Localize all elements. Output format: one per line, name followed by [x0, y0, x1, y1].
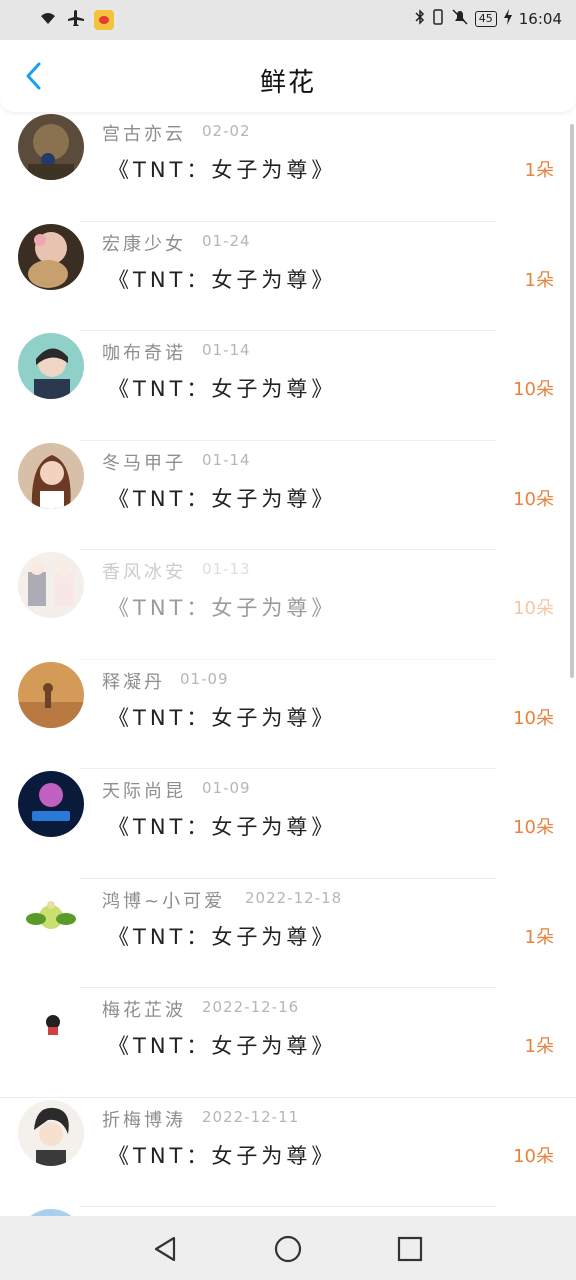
top-app-bar: 鲜花	[0, 40, 576, 112]
flower-count: 1朵	[524, 1036, 554, 1057]
gift-date: 02-02	[202, 122, 251, 140]
gift-date: 01-14	[202, 450, 251, 469]
gift-date: 2022-12-18	[245, 888, 343, 907]
clock: 16:04	[518, 10, 562, 28]
list-item[interactable]: 宫古亦云 02-02 《TNT：女子为尊》 1朵	[0, 112, 576, 222]
flower-count: 10朵	[513, 707, 554, 729]
list-item[interactable]: 宏康少女 01-24 《TNT：女子为尊》 1朵	[0, 222, 576, 331]
flower-count: 1朵	[524, 269, 554, 291]
avatar[interactable]	[18, 552, 84, 618]
nav-back-icon[interactable]	[150, 1234, 180, 1264]
avatar[interactable]	[18, 990, 84, 1056]
book-title: 《TNT：女子为尊》	[108, 596, 337, 620]
nav-recents-icon[interactable]	[395, 1234, 425, 1264]
book-title: 《TNT：女子为尊》	[108, 158, 337, 182]
flower-count: 10朵	[513, 817, 554, 838]
status-right: 45 16:04	[415, 9, 562, 29]
flower-count: 1朵	[524, 160, 554, 181]
list-item[interactable]: 梅花芷波 2022-12-16 《TNT：女子为尊》 1朵	[0, 988, 576, 1098]
flower-count: 10朵	[513, 1145, 554, 1167]
system-nav-bar	[0, 1216, 576, 1280]
mute-icon	[451, 9, 469, 29]
book-title: 《TNT：女子为尊》	[108, 267, 337, 292]
book-title: 《TNT：女子为尊》	[108, 705, 337, 730]
sender-name: 鸿博~小可爱	[102, 890, 226, 912]
weibo-icon	[94, 10, 114, 30]
sender-name: 咖布奇诺	[102, 343, 186, 364]
sender-name: 冬马甲子	[102, 452, 186, 474]
avatar[interactable]	[18, 1099, 84, 1166]
sender-name: 天际尚昆	[102, 781, 186, 802]
gift-date: 2022-12-16	[202, 998, 300, 1016]
airplane-icon	[66, 9, 86, 31]
gift-date: 01-09	[202, 779, 251, 797]
list-item[interactable]: 香风冰安 01-13 《TNT：女子为尊》 10朵	[0, 550, 576, 660]
book-title: 《TNT：女子为尊》	[108, 815, 337, 839]
list-item[interactable]: 鸿博~小可爱 2022-12-18 《TNT：女子为尊》 1朵	[0, 879, 576, 988]
gift-date: 01-09	[180, 669, 229, 688]
flower-count: 10朵	[513, 379, 554, 400]
list-item[interactable]: 释凝丹 01-09 《TNT：女子为尊》 10朵	[0, 660, 576, 769]
flower-count: 10朵	[513, 598, 554, 619]
gift-date: 2022-12-11	[202, 1107, 300, 1126]
sender-name: 宫古亦云	[102, 124, 186, 145]
page-title: 鲜花	[259, 68, 316, 98]
battery-indicator: 45	[474, 11, 497, 27]
bluetooth-icon	[415, 9, 425, 29]
list-item[interactable]: 冬马甲子 01-14 《TNT：女子为尊》 10朵	[0, 441, 576, 550]
sender-name: 梅花芷波	[102, 1000, 186, 1021]
book-title: 《TNT：女子为尊》	[108, 924, 337, 949]
avatar[interactable]	[18, 223, 84, 290]
avatar[interactable]	[18, 333, 84, 399]
sender-name: 释凝丹	[102, 671, 165, 693]
scrollbar[interactable]	[570, 124, 574, 678]
avatar[interactable]	[18, 114, 84, 180]
gift-date: 01-24	[202, 231, 251, 250]
list-item[interactable]: 折梅博涛 2022-12-11 《TNT：女子为尊》 10朵	[0, 1098, 576, 1207]
sender-name: 香风冰安	[102, 562, 186, 583]
list-item[interactable]: 天际尚昆 01-09 《TNT：女子为尊》 10朵	[0, 769, 576, 879]
flower-count: 10朵	[513, 488, 554, 510]
book-title: 《TNT：女子为尊》	[108, 1143, 337, 1168]
charging-icon	[503, 9, 513, 29]
gift-date: 01-13	[202, 560, 251, 578]
flower-gift-list[interactable]: 宫古亦云 02-02 《TNT：女子为尊》 1朵 宏康少女 01-24 《TNT…	[0, 112, 576, 1216]
flower-count: 1朵	[524, 926, 554, 948]
status-bar: 45 16:04	[0, 0, 576, 40]
nav-home-icon[interactable]	[273, 1234, 303, 1264]
list-item[interactable]	[0, 1207, 576, 1216]
list-item[interactable]: 咖布奇诺 01-14 《TNT：女子为尊》 10朵	[0, 331, 576, 441]
book-title: 《TNT：女子为尊》	[108, 486, 337, 511]
gift-date: 01-14	[202, 341, 251, 359]
avatar[interactable]	[18, 1209, 84, 1216]
avatar[interactable]	[18, 442, 84, 509]
status-left	[38, 9, 114, 31]
book-title: 《TNT：女子为尊》	[108, 377, 337, 401]
vibrate-icon	[431, 9, 445, 29]
sender-name: 宏康少女	[102, 233, 186, 255]
avatar[interactable]	[18, 880, 84, 947]
sender-name: 折梅博涛	[102, 1109, 186, 1131]
avatar[interactable]	[18, 661, 84, 728]
wifi-icon	[38, 10, 58, 30]
avatar[interactable]	[18, 771, 84, 837]
book-title: 《TNT：女子为尊》	[108, 1034, 337, 1058]
